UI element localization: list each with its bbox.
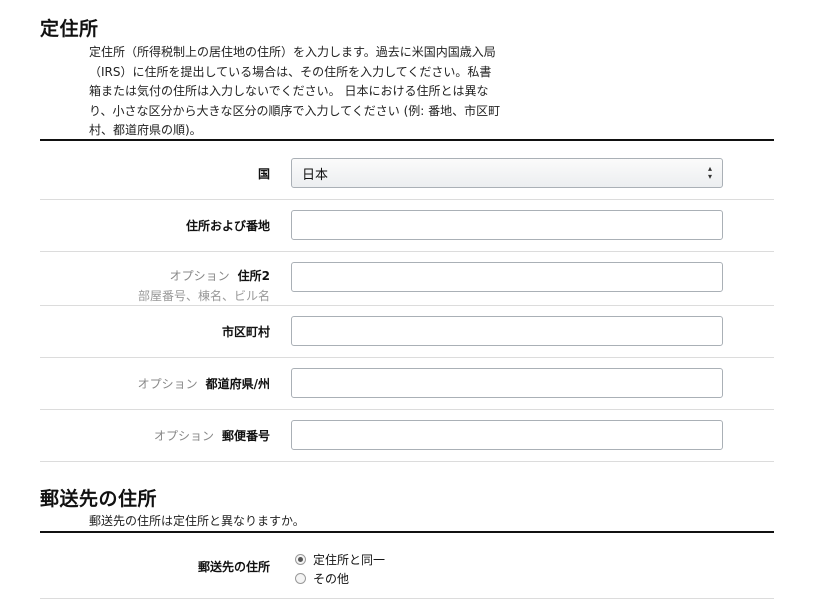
prefecture-input[interactable] (291, 368, 723, 398)
mailing-description: 郵送先の住所は定住所と異なりますか。 (89, 514, 305, 528)
residence-section-title: 定住所 (40, 18, 99, 40)
mailing-section-title: 郵送先の住所 (40, 488, 158, 510)
city-row: 市区町村 (40, 306, 774, 358)
address1-input[interactable] (291, 210, 723, 240)
optional-tag: オプション (153, 429, 214, 443)
city-label: 市区町村 (222, 323, 270, 340)
residence-description-line: 箱または気付の住所は入力しないでください。 日本における住所とは異な (89, 84, 489, 98)
address2-row: オプション 住所2 部屋番号、棟名、ビル名 (40, 252, 774, 306)
residence-description-line: （IRS）に住所を提出している場合は、その住所を入力してください。私書 (89, 64, 492, 79)
country-select[interactable]: 日本 ▴ ▾ (291, 158, 723, 188)
radio-checked-icon[interactable] (295, 554, 306, 565)
address1-label: 住所および番地 (186, 217, 270, 234)
radio-option-label: 定住所と同一 (313, 553, 386, 567)
select-arrows-icon: ▴ ▾ (707, 164, 712, 181)
address1-label-text: 住所および番地 (185, 219, 270, 233)
optional-tag: オプション (169, 269, 230, 283)
prefecture-label: オプション 都道府県/州 (138, 375, 270, 392)
postal-input[interactable] (291, 420, 723, 450)
postal-row: オプション 郵便番号 (40, 410, 774, 462)
address2-input[interactable] (291, 262, 723, 292)
residence-description-line: 村、都道府県の順)。 (89, 123, 202, 137)
city-label-text: 市区町村 (221, 325, 270, 339)
residence-description: 定住所（所得税制上の居住地の住所）を入力します。過去に米国内国歳入局 （IRS）… (89, 43, 544, 141)
optional-tag: オプション (137, 377, 198, 391)
radio-option-other[interactable]: その他 (295, 569, 385, 588)
prefecture-row: オプション 都道府県/州 (40, 358, 774, 410)
country-label-text: 国 (257, 167, 270, 181)
postal-label-text: 郵便番号 (221, 429, 270, 443)
country-select-value: 日本 (302, 167, 329, 183)
radio-option-same[interactable]: 定住所と同一 (295, 550, 385, 569)
country-row: 国 日本 ▴ ▾ (40, 141, 774, 200)
radio-unchecked-icon[interactable] (295, 573, 306, 584)
mailing-label: 郵送先の住所 (198, 558, 270, 575)
prefecture-label-text: 都道府県/州 (205, 377, 270, 391)
radio-option-label: その他 (313, 572, 350, 586)
postal-label: オプション 郵便番号 (154, 427, 270, 444)
country-label: 国 (258, 165, 270, 182)
residence-description-line: 定住所（所得税制上の居住地の住所）を入力します。過去に米国内国歳入局 (89, 45, 496, 59)
city-input[interactable] (291, 316, 723, 346)
address2-label-text: 住所2 (237, 269, 270, 283)
mailing-radio-group: 定住所と同一 その他 (295, 550, 385, 588)
mailing-row: 郵送先の住所 定住所と同一 その他 (40, 533, 774, 599)
residence-description-line: り、小さな区分から大きな区分の順序で入力してください (例: 番地、市区町 (89, 103, 501, 118)
address1-row: 住所および番地 (40, 200, 774, 252)
address2-hint: 部屋番号、棟名、ビル名 (137, 289, 270, 303)
address2-label: オプション 住所2 部屋番号、棟名、ビル名 (138, 267, 270, 304)
mailing-label-text: 郵送先の住所 (197, 560, 270, 574)
